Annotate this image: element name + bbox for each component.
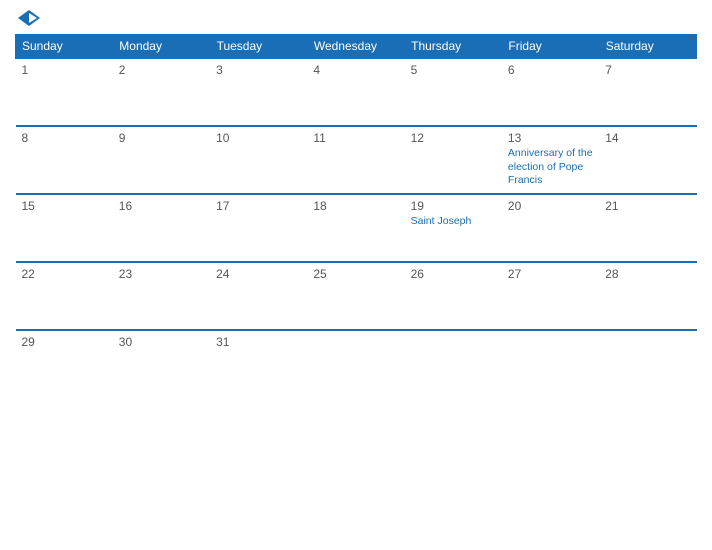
calendar-thead: SundayMondayTuesdayWednesdayThursdayFrid… bbox=[16, 35, 697, 59]
day-number: 5 bbox=[411, 63, 496, 77]
day-number: 18 bbox=[313, 199, 398, 213]
calendar-cell: 18 bbox=[307, 194, 404, 262]
day-number: 24 bbox=[216, 267, 301, 281]
day-number: 31 bbox=[216, 335, 301, 349]
calendar-cell bbox=[307, 330, 404, 398]
calendar-cell: 2 bbox=[113, 58, 210, 126]
day-number: 9 bbox=[119, 131, 204, 145]
calendar-cell: 7 bbox=[599, 58, 696, 126]
day-number: 8 bbox=[22, 131, 107, 145]
day-number: 14 bbox=[605, 131, 690, 145]
calendar-cell: 31 bbox=[210, 330, 307, 398]
weekday-header: Wednesday bbox=[307, 35, 404, 59]
calendar-cell: 13 Anniversary of the election of Pope Fr… bbox=[502, 126, 599, 194]
weekday-header: Saturday bbox=[599, 35, 696, 59]
calendar-cell: 14 bbox=[599, 126, 696, 194]
calendar-week-row: 89 10 11 12 13 Anniversary of the election of… bbox=[16, 126, 697, 194]
calendar-cell: 23 bbox=[113, 262, 210, 330]
day-number: 6 bbox=[508, 63, 593, 77]
calendar-cell: 10 bbox=[210, 126, 307, 194]
calendar-table: SundayMondayTuesdayWednesdayThursdayFrid… bbox=[15, 34, 697, 398]
day-number: 27 bbox=[508, 267, 593, 281]
day-number: 13 bbox=[508, 131, 593, 145]
calendar-cell: 19 Saint Joseph bbox=[405, 194, 502, 262]
calendar-cell: 5 bbox=[405, 58, 502, 126]
weekday-header: Thursday bbox=[405, 35, 502, 59]
calendar-cell: 8 bbox=[16, 126, 113, 194]
calendar-cell: 3 bbox=[210, 58, 307, 126]
calendar-cell: 12 bbox=[405, 126, 502, 194]
calendar-cell: 1 bbox=[16, 58, 113, 126]
calendar-cell bbox=[502, 330, 599, 398]
day-number: 1 bbox=[22, 63, 107, 77]
day-number: 10 bbox=[216, 131, 301, 145]
day-number: 25 bbox=[313, 267, 398, 281]
day-number: 30 bbox=[119, 335, 204, 349]
calendar-tbody: 12345678910111213Anniversary of the elec… bbox=[16, 58, 697, 398]
calendar-cell: 16 bbox=[113, 194, 210, 262]
day-number: 3 bbox=[216, 63, 301, 77]
day-number: 11 bbox=[313, 131, 398, 145]
weekday-header: Monday bbox=[113, 35, 210, 59]
calendar-cell: 28 bbox=[599, 262, 696, 330]
weekday-header: Sunday bbox=[16, 35, 113, 59]
day-number: 16 bbox=[119, 199, 204, 213]
day-number: 22 bbox=[22, 267, 107, 281]
calendar-cell: 9 bbox=[113, 126, 210, 194]
calendar-cell: 11 bbox=[307, 126, 404, 194]
day-number: 7 bbox=[605, 63, 690, 77]
logo bbox=[15, 10, 40, 26]
calendar-header bbox=[15, 10, 697, 26]
weekday-header: Tuesday bbox=[210, 35, 307, 59]
calendar-week-row: 15 16 17 18 19 Saint Joseph 20 21 bbox=[16, 194, 697, 262]
day-number: 28 bbox=[605, 267, 690, 281]
weekday-header: Friday bbox=[502, 35, 599, 59]
day-number: 12 bbox=[411, 131, 496, 145]
day-number: 23 bbox=[119, 267, 204, 281]
logo-flag-icon bbox=[18, 10, 40, 26]
calendar-cell: 15 bbox=[16, 194, 113, 262]
calendar-cell bbox=[599, 330, 696, 398]
calendar-cell: 4 bbox=[307, 58, 404, 126]
calendar-cell: 24 bbox=[210, 262, 307, 330]
calendar-cell: 17 bbox=[210, 194, 307, 262]
calendar-event: Saint Joseph bbox=[411, 215, 496, 229]
calendar-week-row: 29 30 31 bbox=[16, 330, 697, 398]
calendar-cell: 21 bbox=[599, 194, 696, 262]
calendar-cell: 20 bbox=[502, 194, 599, 262]
day-number: 4 bbox=[313, 63, 398, 77]
calendar-cell: 27 bbox=[502, 262, 599, 330]
day-number: 17 bbox=[216, 199, 301, 213]
day-number: 15 bbox=[22, 199, 107, 213]
calendar-cell: 22 bbox=[16, 262, 113, 330]
calendar-cell: 26 bbox=[405, 262, 502, 330]
day-number: 26 bbox=[411, 267, 496, 281]
day-number: 19 bbox=[411, 199, 496, 213]
calendar-cell bbox=[405, 330, 502, 398]
calendar-week-row: 1234567 bbox=[16, 58, 697, 126]
calendar-cell: 6 bbox=[502, 58, 599, 126]
calendar-cell: 25 bbox=[307, 262, 404, 330]
calendar-event: Anniversary of the election of Pope Fran… bbox=[508, 147, 593, 188]
day-number: 29 bbox=[22, 335, 107, 349]
day-number: 20 bbox=[508, 199, 593, 213]
day-number: 2 bbox=[119, 63, 204, 77]
calendar-week-row: 22 23 24 25 26 27 28 bbox=[16, 262, 697, 330]
calendar-cell: 30 bbox=[113, 330, 210, 398]
day-number: 21 bbox=[605, 199, 690, 213]
calendar-page: SundayMondayTuesdayWednesdayThursdayFrid… bbox=[0, 0, 712, 550]
weekday-header-row: SundayMondayTuesdayWednesdayThursdayFrid… bbox=[16, 35, 697, 59]
calendar-cell: 29 bbox=[16, 330, 113, 398]
